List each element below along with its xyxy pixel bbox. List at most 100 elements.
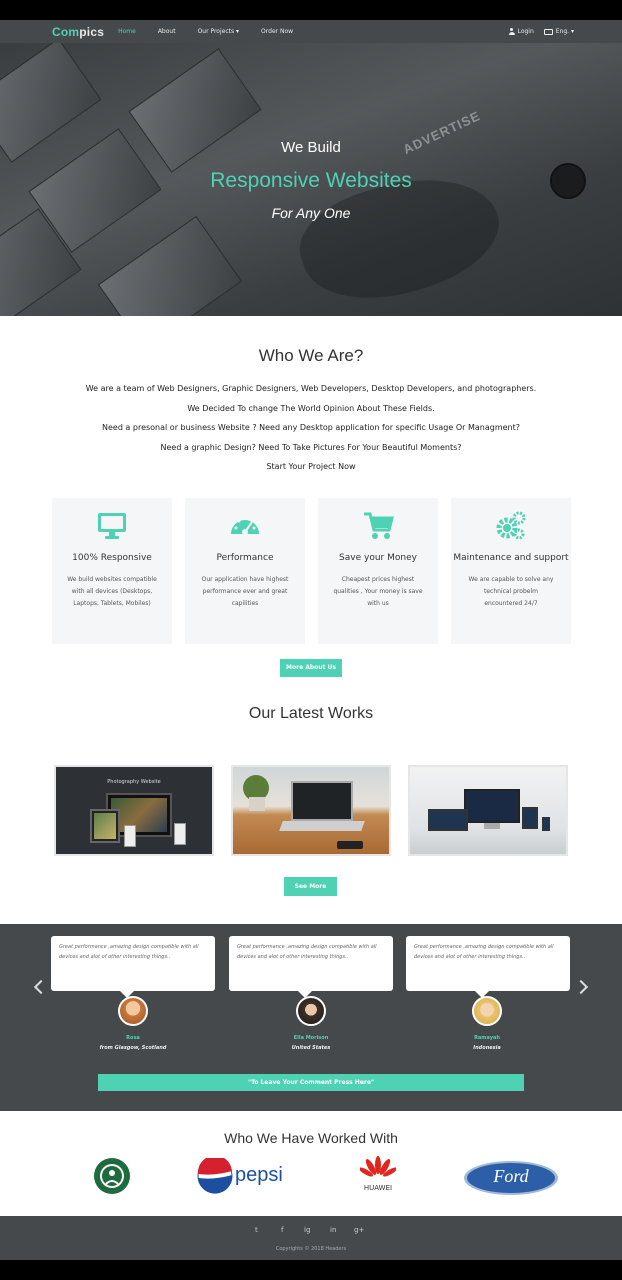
- phone-mockup: [542, 817, 550, 831]
- who-line-5: Start Your Project Now: [266, 462, 356, 471]
- avatar: [472, 996, 502, 1026]
- testimonial-card-2: Great performance ,amazing design compat…: [229, 936, 393, 998]
- google-plus-icon[interactable]: g+: [354, 1226, 364, 1234]
- see-more-button[interactable]: See More: [284, 877, 337, 896]
- feature-desc: Our application have highest performance…: [201, 576, 289, 607]
- partners-title: Who We Have Worked With: [224, 1130, 398, 1146]
- starbucks-logo: [94, 1158, 130, 1194]
- testimonial-name: Ella Morison: [293, 1035, 329, 1041]
- testimonial-quote: Great performance ,amazing design compat…: [237, 944, 377, 960]
- more-about-us-button[interactable]: More About Us: [280, 659, 342, 677]
- features-row: 100% Responsive We build websites compat…: [52, 498, 571, 644]
- work-caption: Photography Website: [107, 779, 161, 785]
- hero-banner: ADVERTISE We Build Responsive Websites F…: [0, 43, 622, 316]
- who-line-3: Need a presonal or business Website ? Ne…: [101, 423, 520, 432]
- testimonial-quote: Great performance ,amazing design compat…: [59, 944, 199, 960]
- laptop-screen: [291, 781, 353, 821]
- work-thumbnail-2[interactable]: [231, 765, 391, 856]
- feature-title: Maintenance and support: [453, 553, 569, 563]
- hero-bg-card: [97, 215, 243, 316]
- facebook-icon[interactable]: f: [281, 1226, 283, 1234]
- hero-line-2: Responsive Websites: [210, 169, 412, 192]
- nav-order-now[interactable]: Order Now: [261, 28, 293, 35]
- testimonial-card-1: Great performance ,amazing design compat…: [51, 936, 215, 998]
- who-line-2: We Decided To change The World Opinion A…: [187, 404, 435, 413]
- carousel-prev-icon[interactable]: [33, 979, 49, 995]
- feature-desc: Cheapest prices highest qualities , Your…: [333, 576, 423, 607]
- gears-icon: [496, 511, 526, 540]
- feature-card-maintenance: Maintenance and support We are capable t…: [451, 498, 571, 644]
- feature-title: Save your Money: [339, 553, 417, 563]
- top-black-bar: [0, 0, 622, 20]
- avatar: [296, 996, 326, 1026]
- pepsi-logo: pepsi: [197, 1156, 297, 1196]
- feature-desc: We build websites compatible with all de…: [67, 576, 157, 607]
- testimonial-location: Indonesia: [473, 1045, 501, 1051]
- bottom-black-bar: [0, 1260, 622, 1280]
- laptop-mockup: [428, 809, 468, 831]
- hero-line-1: We Build: [281, 139, 341, 156]
- copyright-text: Copyrights © 2018 Headers: [275, 1246, 347, 1252]
- feature-desc: We are capable to solve any technical pr…: [468, 576, 554, 607]
- laptop-base: [279, 821, 365, 831]
- desktop-mockup: [464, 789, 520, 823]
- linkedin-icon[interactable]: in: [330, 1226, 336, 1234]
- navbar: Compics Home About Our Projects ▾ Order …: [0, 20, 622, 43]
- huawei-logo: HUAWEI: [356, 1156, 400, 1196]
- nav-home[interactable]: Home: [118, 28, 136, 35]
- testimonial-location: from Glasgow, Scotland: [99, 1045, 167, 1051]
- feature-card-save-money: Save your Money Cheapest prices highest …: [318, 498, 438, 644]
- feature-card-performance: Performance Our application have highest…: [185, 498, 305, 644]
- testimonial-name: Rosa: [126, 1035, 140, 1041]
- feature-title: Performance: [216, 553, 274, 563]
- login-label: Login: [517, 28, 534, 35]
- nav-our-projects[interactable]: Our Projects ▾: [198, 28, 239, 35]
- nav-about[interactable]: About: [158, 28, 176, 35]
- who-line-4: Need a graphic Design? Need To Take Pict…: [160, 443, 462, 452]
- phone-mockup: [124, 825, 136, 847]
- login-link[interactable]: Login: [508, 28, 534, 35]
- keyboard-icon: [543, 28, 553, 35]
- carousel-next-icon[interactable]: [573, 979, 589, 995]
- main-content: Who We Are? We are a team of Web Designe…: [0, 316, 622, 924]
- footer: t f ig in g+ Copyrights © 2018 Headers: [0, 1216, 622, 1260]
- plant-pot-graphic: [249, 797, 265, 811]
- huawei-petals-icon: [360, 1156, 396, 1177]
- work-thumbnail-3[interactable]: [408, 765, 568, 856]
- language-dropdown[interactable]: Eng. ▾: [543, 28, 574, 35]
- leave-comment-button[interactable]: "To Leave Your Comment Press Here": [98, 1074, 524, 1091]
- testimonial-card-3: Great performance ,amazing design compat…: [406, 936, 570, 998]
- monitor-icon: [98, 513, 126, 539]
- tablet-mockup: [90, 809, 120, 843]
- shopping-cart-icon: [364, 512, 394, 539]
- phone-mockup: [174, 823, 186, 845]
- desktop-stand: [484, 823, 500, 829]
- nav-right: Login Eng. ▾: [508, 20, 574, 43]
- speedometer-icon: [231, 516, 259, 535]
- ford-logo: Ford: [463, 1156, 559, 1196]
- phone-graphic: [337, 841, 363, 849]
- feature-card-responsive: 100% Responsive We build websites compat…: [52, 498, 172, 644]
- brand-logo[interactable]: Compics: [52, 25, 104, 39]
- pepsi-wordmark: pepsi: [235, 1164, 283, 1186]
- hero-line-3: For Any One: [271, 205, 351, 221]
- instagram-icon[interactable]: ig: [304, 1226, 310, 1234]
- partners-section: Who We Have Worked With pepsi HUAWEI For…: [0, 1111, 622, 1216]
- feature-title: 100% Responsive: [72, 553, 152, 563]
- user-icon: [508, 28, 515, 35]
- ford-wordmark: Ford: [493, 1166, 529, 1186]
- testimonial-name: Ramayah: [474, 1035, 500, 1041]
- language-label: Eng. ▾: [555, 28, 574, 35]
- who-we-are-title: Who We Are?: [258, 346, 364, 365]
- huawei-wordmark: HUAWEI: [363, 1184, 393, 1192]
- latest-works-title: Our Latest Works: [248, 705, 374, 722]
- testimonials-section: Great performance ,amazing design compat…: [0, 924, 622, 1111]
- who-line-1: We are a team of Web Designers, Graphic …: [85, 384, 537, 393]
- tablet-mockup: [522, 807, 538, 829]
- testimonial-quote: Great performance ,amazing design compat…: [414, 944, 554, 960]
- avatar: [118, 996, 148, 1026]
- work-thumbnail-1[interactable]: Photography Website: [54, 765, 214, 856]
- twitter-icon[interactable]: t: [255, 1226, 258, 1234]
- pepsi-globe-icon: [197, 1158, 233, 1194]
- testimonial-location: United States: [291, 1045, 331, 1051]
